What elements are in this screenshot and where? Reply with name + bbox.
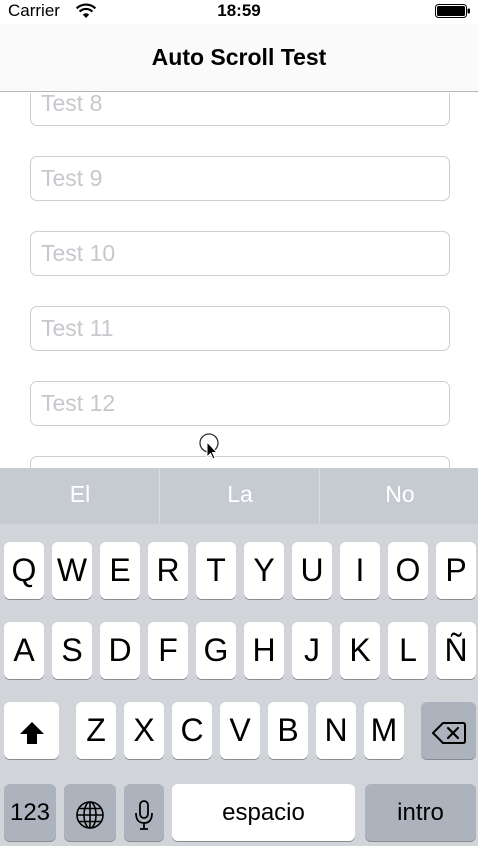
key-m[interactable]: M (364, 702, 404, 759)
key-o[interactable]: O (388, 542, 428, 599)
status-bar: Carrier 18:59 (0, 0, 478, 24)
key-p[interactable]: P (436, 542, 476, 599)
mouse-pointer-icon (199, 433, 219, 460)
key-u[interactable]: U (292, 542, 332, 599)
clock: 18:59 (217, 1, 261, 20)
suggestion-3[interactable]: No (320, 468, 478, 524)
globe-key[interactable] (64, 784, 116, 841)
dictation-key[interactable] (124, 784, 164, 841)
numbers-key[interactable]: 123 (4, 784, 56, 841)
delete-icon (431, 721, 466, 744)
key-z[interactable]: Z (76, 702, 116, 759)
key-x[interactable]: X (124, 702, 164, 759)
microphone-icon (135, 799, 153, 830)
scroll-content[interactable] (0, 93, 478, 468)
text-field-test-12[interactable] (30, 381, 450, 426)
keyboard: El La No Q W E R T Y U I O P A S D F G H… (0, 468, 478, 846)
key-k[interactable]: K (340, 622, 380, 679)
text-input-test-11[interactable] (31, 307, 449, 350)
delete-key[interactable] (421, 702, 476, 759)
return-key[interactable]: intro (365, 784, 476, 841)
battery-icon (435, 4, 470, 18)
text-field-test-11[interactable] (30, 306, 450, 351)
text-field-test-10[interactable] (30, 231, 450, 276)
key-h[interactable]: H (244, 622, 284, 679)
suggestion-bar: El La No (0, 468, 478, 524)
key-l[interactable]: L (388, 622, 428, 679)
text-field-test-9[interactable] (30, 156, 450, 201)
key-s[interactable]: S (52, 622, 92, 679)
key-t[interactable]: T (196, 542, 236, 599)
key-n-tilde[interactable]: Ñ (436, 622, 476, 679)
key-g[interactable]: G (196, 622, 236, 679)
key-n[interactable]: N (316, 702, 356, 759)
key-r[interactable]: R (148, 542, 188, 599)
key-q[interactable]: Q (4, 542, 44, 599)
shift-key[interactable] (4, 702, 59, 759)
key-a[interactable]: A (4, 622, 44, 679)
text-input-test-9[interactable] (31, 157, 449, 200)
text-field-partial[interactable] (30, 456, 450, 468)
text-field-test-8[interactable] (30, 93, 450, 126)
navigation-bar: Auto Scroll Test (0, 24, 478, 92)
key-w[interactable]: W (52, 542, 92, 599)
key-f[interactable]: F (148, 622, 188, 679)
key-y[interactable]: Y (244, 542, 284, 599)
text-input-partial[interactable] (31, 457, 449, 468)
key-v[interactable]: V (220, 702, 260, 759)
shift-icon (19, 721, 44, 744)
key-e[interactable]: E (100, 542, 140, 599)
key-j[interactable]: J (292, 622, 332, 679)
suggestion-1[interactable]: El (0, 468, 160, 524)
suggestion-2[interactable]: La (160, 468, 320, 524)
key-d[interactable]: D (100, 622, 140, 679)
text-input-test-10[interactable] (31, 232, 449, 275)
page-title: Auto Scroll Test (151, 44, 327, 70)
key-b[interactable]: B (268, 702, 308, 759)
key-i[interactable]: I (340, 542, 380, 599)
space-key[interactable]: espacio (172, 784, 355, 841)
text-input-test-8[interactable] (31, 93, 449, 125)
text-input-test-12[interactable] (31, 382, 449, 425)
globe-icon (76, 800, 104, 829)
key-c[interactable]: C (172, 702, 212, 759)
